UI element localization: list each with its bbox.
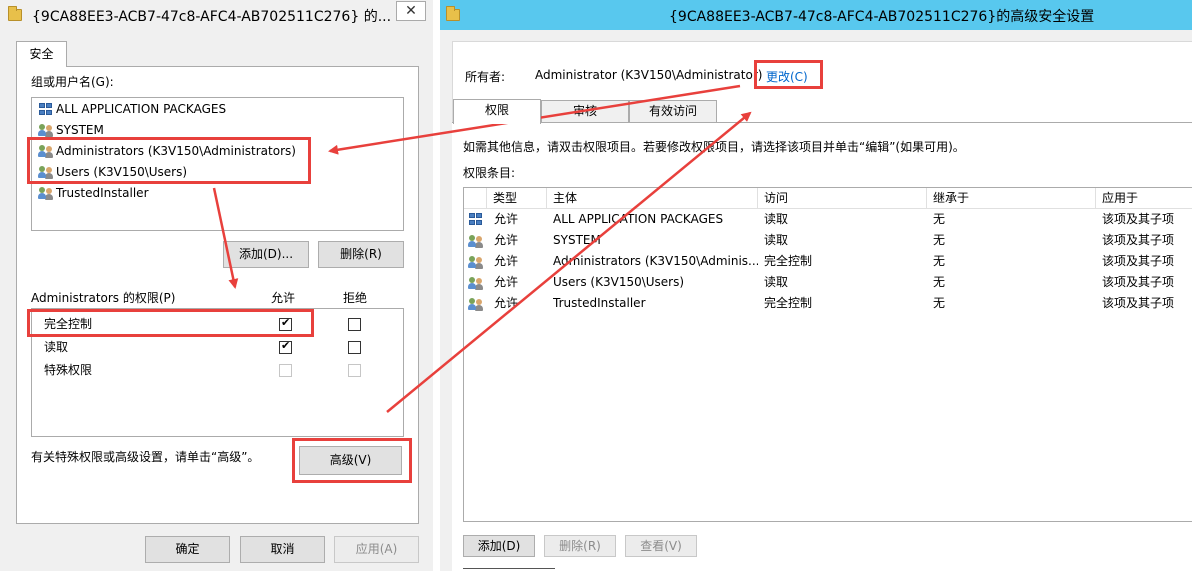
cancel-button[interactable]: 取消 [240,536,325,563]
add-entry-button[interactable]: 添加(D) [463,535,535,557]
info-text: 如需其他信息，请双击权限项目。若要修改权限项目，请选择该项目并单击“编辑”(如果… [463,140,965,154]
entry-type: 允许 [494,275,519,289]
entries-label: 权限条目: [463,166,516,180]
close-icon[interactable]: ✕ [396,1,426,21]
table-row[interactable]: 允许 Users (K3V150\Users) 读取 无 该项及其子项 [464,272,1192,293]
entry-access: 完全控制 [764,296,813,310]
entry-applies: 该项及其子项 [1102,254,1175,268]
table-row[interactable]: 允许 ALL APPLICATION PACKAGES 读取 无 该项及其子项 [464,209,1192,230]
column-header[interactable]: 类型 [487,188,547,209]
entry-access: 完全控制 [764,254,813,268]
entry-principal: Users (K3V150\Users) [553,275,685,289]
table-row[interactable]: 允许 Administrators (K3V150\Adminis... 完全控… [464,251,1192,272]
left-title-bar[interactable]: {9CA88EE3-ACB7-47c8-AFC4-AB702511C276} 的… [0,0,433,30]
entry-type: 允许 [494,233,519,247]
advanced-hint-text: 有关特殊权限或高级设置，请单击“高级”。 [31,450,260,464]
entry-inherited: 无 [933,254,946,268]
folder-icon [8,6,22,21]
tab-effective-access[interactable]: 有效访问 [629,100,717,123]
entry-inherited: 无 [933,296,946,310]
allow-column-header: 允许 [271,291,296,305]
ok-button[interactable]: 确定 [145,536,230,563]
entry-principal: ALL APPLICATION PACKAGES [553,212,724,226]
column-header[interactable]: 应用于 [1096,188,1192,209]
entry-access: 读取 [764,233,789,247]
users-icon [38,186,54,200]
entry-inherited: 无 [933,275,946,289]
group-name: TrustedInstaller [56,186,149,200]
users-icon [468,255,484,269]
entry-inherited: 无 [933,233,946,247]
entry-principal: Administrators (K3V150\Adminis... [553,254,758,268]
folder-icon [446,6,460,21]
highlight-change-box [754,60,823,89]
add-user-button[interactable]: 添加(D)... [223,241,309,268]
users-icon [468,297,484,311]
entry-inherited: 无 [933,212,946,226]
view-entry-button: 查看(V) [625,535,697,557]
users-icon [468,234,484,248]
users-icon [38,123,54,137]
column-header[interactable]: 继承于 [927,188,1096,209]
group-name: ALL APPLICATION PACKAGES [56,102,227,116]
read-deny-checkbox[interactable] [348,341,361,354]
deny-column-header: 拒绝 [343,291,368,305]
package-icon [38,102,54,116]
entry-principal: SYSTEM [553,233,601,247]
column-header[interactable]: 访问 [758,188,927,209]
apply-button: 应用(A) [334,536,419,563]
tab-security[interactable]: 安全 [16,41,67,67]
entry-type: 允许 [494,296,519,310]
highlight-full-control-box [27,309,314,337]
owner-value: Administrator (K3V150\Administrator) [535,68,763,82]
column-header[interactable]: 主体 [547,188,758,209]
entry-access: 读取 [764,275,789,289]
read-allow-checkbox[interactable] [279,339,292,354]
tab-permissions[interactable]: 权限 [453,99,541,124]
entry-applies: 该项及其子项 [1102,275,1175,289]
entry-type: 允许 [494,212,519,226]
icon-column-header [464,188,487,209]
right-title-bar[interactable]: {9CA88EE3-ACB7-47c8-AFC4-AB702511C276}的高… [440,0,1192,30]
right-window-title: {9CA88EE3-ACB7-47c8-AFC4-AB702511C276}的高… [669,9,1095,25]
entry-access: 读取 [764,212,789,226]
special-allow-checkbox [279,364,292,377]
package-icon [468,212,484,226]
highlight-groups-box [27,137,311,184]
highlight-advanced-box [292,438,412,483]
permission-name: 读取 [44,340,69,354]
permissions-label: Administrators 的权限(P) [31,291,176,305]
entry-applies: 该项及其子项 [1102,212,1175,226]
tab-auditing[interactable]: 审核 [541,100,629,123]
permission-entries-table[interactable]: 类型 主体 访问 继承于 应用于 允许 ALL APPLICATION PACK… [463,187,1192,522]
entry-type: 允许 [494,254,519,268]
full-control-deny-checkbox[interactable] [348,318,361,331]
special-deny-checkbox [348,364,361,377]
group-or-user-label: 组或用户名(G): [31,75,114,89]
permission-name: 特殊权限 [44,363,93,377]
entry-applies: 该项及其子项 [1102,296,1175,310]
users-icon [468,276,484,290]
table-row[interactable]: 允许 TrustedInstaller 完全控制 无 该项及其子项 [464,293,1192,314]
entry-principal: TrustedInstaller [553,296,646,310]
owner-label: 所有者: [465,70,506,84]
entry-applies: 该项及其子项 [1102,233,1175,247]
table-row[interactable]: 允许 SYSTEM 读取 无 该项及其子项 [464,230,1192,251]
remove-user-button[interactable]: 删除(R) [318,241,404,268]
remove-entry-button: 删除(R) [544,535,616,557]
left-window-title: {9CA88EE3-ACB7-47c8-AFC4-AB702511C276} 的… [32,9,392,25]
